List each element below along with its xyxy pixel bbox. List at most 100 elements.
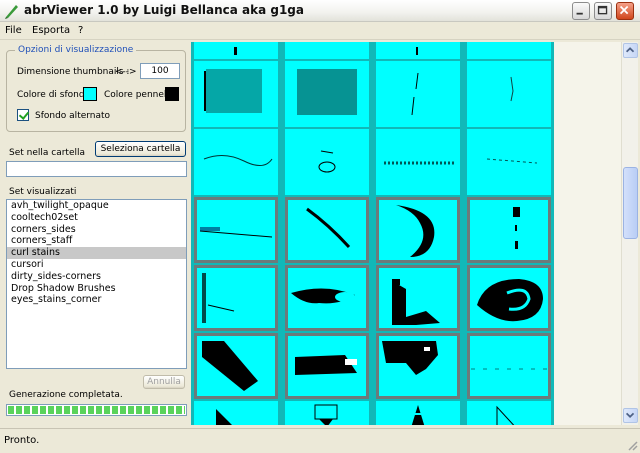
brush-preview-icon bbox=[306, 207, 351, 249]
brush-thumbnail[interactable] bbox=[467, 333, 551, 399]
brush-thumbnail[interactable] bbox=[376, 265, 460, 331]
menu-esporta[interactable]: Esporta bbox=[32, 25, 70, 36]
vertical-scrollbar[interactable] bbox=[621, 42, 638, 425]
thumb-size-arrows[interactable]: <--> bbox=[115, 67, 137, 77]
brush-thumbnail[interactable] bbox=[376, 401, 460, 425]
brush-thumbnail[interactable] bbox=[467, 61, 551, 127]
brush-preview-icon bbox=[396, 205, 435, 257]
brush-thumbnail[interactable] bbox=[376, 333, 460, 399]
list-item[interactable]: curl stains bbox=[7, 247, 186, 259]
brush-thumbnail[interactable] bbox=[285, 42, 369, 59]
brush-preview-icon bbox=[295, 355, 357, 375]
brush-thumbnail[interactable] bbox=[376, 42, 460, 59]
brush-color-label: Colore pennelli: bbox=[104, 90, 175, 100]
menu-file[interactable]: File bbox=[5, 25, 22, 36]
brush-preview-icon bbox=[204, 69, 262, 113]
brush-thumbnail[interactable] bbox=[194, 265, 278, 331]
list-item[interactable]: dirty_sides-corners bbox=[7, 271, 186, 283]
status-bar: Pronto. bbox=[0, 428, 640, 453]
folder-path-input[interactable] bbox=[6, 161, 187, 177]
brush-thumbnail[interactable] bbox=[285, 129, 369, 195]
arrow-down-icon bbox=[625, 412, 635, 419]
thumbnails-grid[interactable] bbox=[191, 42, 554, 425]
brush-preview-icon bbox=[416, 47, 418, 55]
minimize-button[interactable] bbox=[572, 2, 590, 20]
brush-preview-icon bbox=[486, 158, 538, 164]
resize-grip-icon[interactable] bbox=[626, 439, 638, 451]
sets-label: Set visualizzati bbox=[9, 187, 77, 197]
status-text: Pronto. bbox=[4, 435, 40, 446]
brush-thumbnail[interactable] bbox=[376, 197, 460, 263]
list-item[interactable]: eyes_stains_corner bbox=[7, 294, 186, 306]
list-item[interactable]: avh_twilight_opaque bbox=[7, 200, 186, 212]
close-icon bbox=[619, 5, 629, 15]
list-item[interactable]: corners_sides bbox=[7, 224, 186, 236]
generation-label: Generazione completata. bbox=[9, 390, 123, 400]
arrow-up-icon bbox=[625, 47, 635, 53]
display-options-legend: Opzioni di visualizzazione bbox=[15, 45, 137, 55]
list-item[interactable]: corners_staff bbox=[7, 235, 186, 247]
brush-thumbnail[interactable] bbox=[194, 197, 278, 263]
list-item[interactable]: cursori bbox=[7, 259, 186, 271]
brush-preview-icon bbox=[411, 405, 425, 425]
brush-preview-icon bbox=[318, 150, 336, 173]
display-options-group: Opzioni di visualizzazione Dimensione th… bbox=[6, 45, 186, 132]
thumb-size-input[interactable]: 100 bbox=[140, 63, 180, 79]
brush-preview-icon bbox=[496, 405, 515, 425]
brush-thumbnail[interactable] bbox=[194, 129, 278, 195]
bg-color-swatch[interactable] bbox=[83, 87, 97, 101]
brush-thumbnail[interactable] bbox=[467, 197, 551, 263]
select-folder-button[interactable]: Seleziona cartella bbox=[95, 141, 186, 157]
brush-thumbnail[interactable] bbox=[467, 129, 551, 195]
brush-preview-icon bbox=[513, 207, 520, 249]
brush-thumbnail[interactable] bbox=[285, 61, 369, 127]
scroll-up-button[interactable] bbox=[623, 43, 638, 58]
brush-color-swatch[interactable] bbox=[165, 87, 179, 101]
minimize-icon bbox=[576, 12, 583, 15]
brush-thumbnail[interactable] bbox=[285, 265, 369, 331]
brush-preview-icon bbox=[203, 155, 273, 166]
brush-preview-icon bbox=[216, 409, 232, 425]
brush-preview-icon bbox=[411, 72, 419, 116]
cancel-button[interactable]: Annulla bbox=[143, 375, 185, 389]
brush-thumbnail[interactable] bbox=[194, 61, 278, 127]
brush-thumbnail[interactable] bbox=[194, 42, 278, 59]
menu-bar: File Esporta ? bbox=[0, 22, 640, 40]
app-icon bbox=[5, 5, 18, 19]
brush-preview-icon bbox=[382, 341, 438, 375]
maximize-button[interactable] bbox=[594, 2, 612, 20]
brush-thumbnail[interactable] bbox=[194, 333, 278, 399]
brush-preview-icon bbox=[477, 279, 543, 322]
window-title: abrViewer 1.0 by Luigi Bellanca aka g1ga bbox=[24, 3, 304, 17]
brush-preview-icon bbox=[384, 161, 456, 165]
brush-preview-icon bbox=[202, 341, 258, 391]
brush-thumbnail[interactable] bbox=[285, 197, 369, 263]
alt-bg-label: Sfondo alternato bbox=[35, 111, 111, 121]
sets-listbox[interactable]: avh_twilight_opaque cooltech02set corners_… bbox=[6, 199, 187, 369]
brush-thumbnail[interactable] bbox=[285, 333, 369, 399]
brush-preview-icon bbox=[297, 69, 357, 115]
brush-thumbnail[interactable] bbox=[467, 265, 551, 331]
alt-bg-checkbox[interactable] bbox=[17, 109, 29, 121]
scroll-down-button[interactable] bbox=[623, 408, 638, 423]
brush-preview-icon bbox=[285, 42, 369, 59]
brush-preview-icon bbox=[202, 273, 235, 323]
brush-thumbnail[interactable] bbox=[467, 42, 551, 59]
brush-thumbnail[interactable] bbox=[467, 401, 551, 425]
brush-preview-icon bbox=[291, 288, 355, 304]
brush-preview-icon bbox=[314, 404, 338, 425]
brush-preview-icon bbox=[392, 279, 440, 325]
generation-progress-bar bbox=[6, 404, 187, 416]
brush-thumbnail[interactable] bbox=[285, 401, 369, 425]
brush-preview-icon bbox=[471, 368, 547, 370]
menu-help[interactable]: ? bbox=[78, 25, 83, 36]
brush-thumbnail[interactable] bbox=[376, 129, 460, 195]
title-bar: abrViewer 1.0 by Luigi Bellanca aka g1ga bbox=[0, 0, 640, 22]
brush-thumbnail[interactable] bbox=[194, 401, 278, 425]
list-item[interactable]: cooltech02set bbox=[7, 212, 186, 224]
brush-thumbnail[interactable] bbox=[376, 61, 460, 127]
scroll-thumb[interactable] bbox=[623, 167, 638, 239]
close-button[interactable] bbox=[616, 2, 634, 20]
list-item[interactable]: Drop Shadow Brushes bbox=[7, 283, 186, 295]
generation-progress-fill bbox=[8, 406, 185, 414]
